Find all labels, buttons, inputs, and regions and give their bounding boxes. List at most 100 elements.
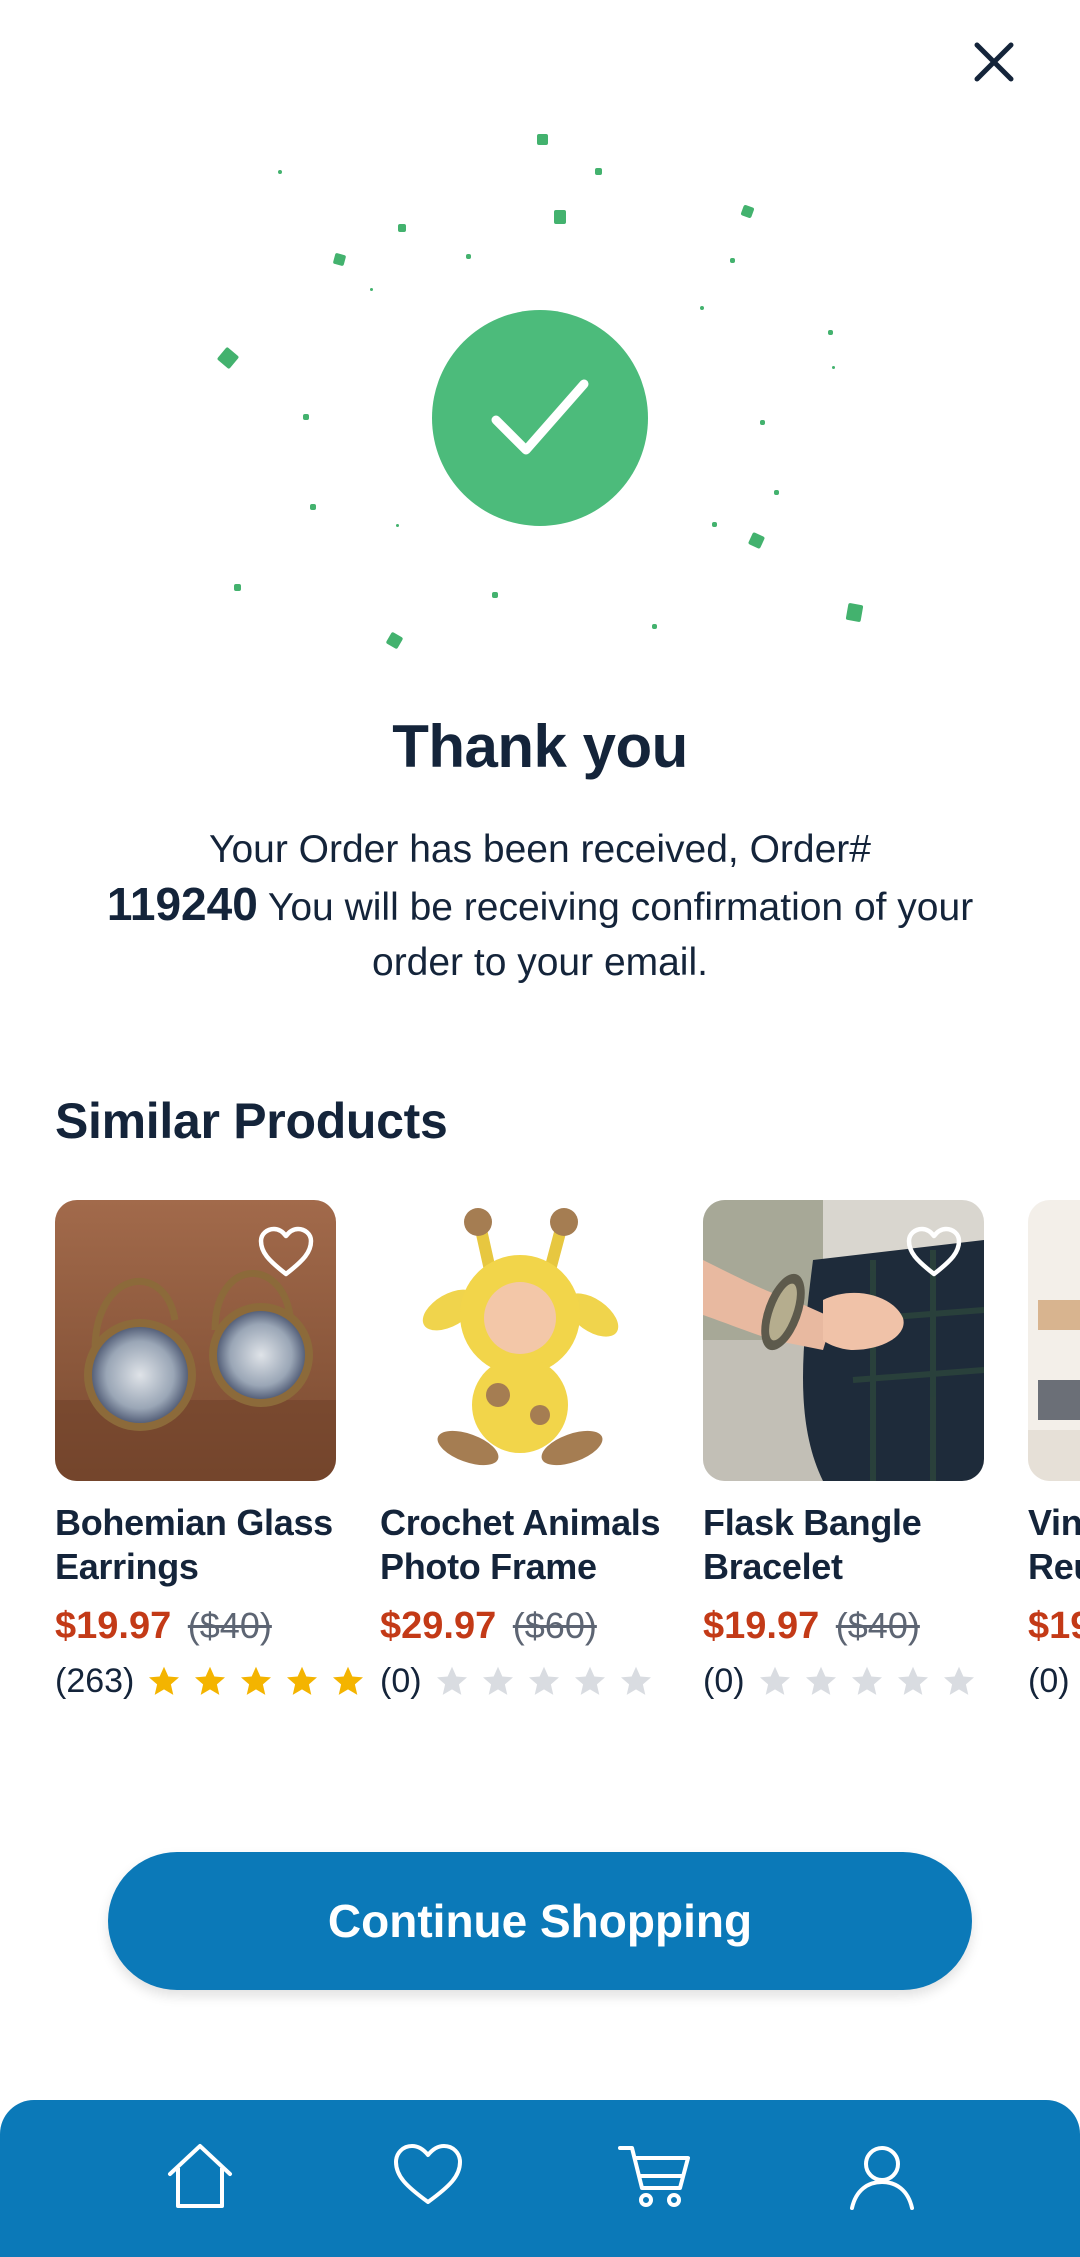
- close-icon: [974, 42, 1014, 82]
- thank-you-title: Thank you: [392, 713, 688, 780]
- confetti-piece: [385, 631, 404, 650]
- product-name[interactable]: Crochet Animals Photo Frame: [380, 1501, 661, 1589]
- check-circle-icon: [432, 310, 648, 526]
- product-name-line: Earrings: [55, 1546, 199, 1587]
- confetti-piece: [537, 134, 548, 145]
- continue-shopping-button[interactable]: Continue Shopping: [108, 1852, 972, 1990]
- product-card[interactable]: Vin Reu $19 (0): [1028, 1200, 1080, 1701]
- product-rating: (0): [703, 1662, 984, 1701]
- nav-home[interactable]: [160, 2136, 240, 2216]
- product-name[interactable]: Flask Bangle Bracelet: [703, 1501, 984, 1589]
- review-count: (263): [55, 1662, 135, 1700]
- heart-icon: [258, 1226, 314, 1277]
- bottom-navigation: [0, 2100, 1080, 2257]
- confetti-piece: [828, 330, 833, 335]
- confetti-piece: [370, 288, 373, 291]
- product-rating: (0): [380, 1662, 661, 1701]
- star-icon: [943, 1666, 974, 1695]
- product-image-crochet-giraffe[interactable]: [380, 1200, 661, 1481]
- product-rating: (263): [55, 1662, 364, 1701]
- star-icon: [805, 1666, 836, 1695]
- confetti-piece: [730, 258, 735, 263]
- product-price: $29.97: [380, 1605, 497, 1647]
- product-name-line: Photo Frame: [380, 1546, 597, 1587]
- product-prices: $19.97 ($40): [703, 1605, 984, 1648]
- product-prices: $29.97 ($60): [380, 1605, 661, 1648]
- product-old-price: ($60): [512, 1605, 597, 1646]
- confetti-piece: [747, 531, 766, 550]
- user-icon: [850, 2146, 914, 2210]
- confetti-piece: [234, 584, 241, 591]
- review-count: (0): [703, 1662, 745, 1700]
- product-price: $19.97: [703, 1605, 820, 1647]
- order-confirmation-message: Your Order has been received, Order# 119…: [100, 822, 980, 990]
- confetti-piece: [396, 524, 399, 527]
- favorite-button[interactable]: [258, 1226, 314, 1278]
- star-icon: [759, 1666, 790, 1695]
- product-rating: (0): [1028, 1662, 1080, 1701]
- favorite-button[interactable]: [906, 1226, 962, 1278]
- product-name[interactable]: Vin Reu: [1028, 1501, 1080, 1589]
- product-name-line: Vin: [1028, 1502, 1080, 1543]
- similar-products-title: Similar Products: [55, 1093, 448, 1149]
- confetti-piece: [712, 522, 717, 527]
- order-message-before: Your Order has been received, Order#: [209, 828, 871, 871]
- product-name-line: Crochet Animals: [380, 1502, 661, 1543]
- heart-icon: [394, 2144, 462, 2204]
- similar-products-carousel[interactable]: Bohemian Glass Earrings $19.97 ($40) (26…: [55, 1200, 1080, 1720]
- confetti-piece: [760, 420, 765, 425]
- product-name-line: Bracelet: [703, 1546, 843, 1587]
- nav-favorites[interactable]: [388, 2136, 468, 2216]
- review-count: (0): [380, 1662, 422, 1700]
- product-name-line: Bohemian Glass: [55, 1502, 333, 1543]
- star-icon: [851, 1666, 882, 1695]
- star-icon: [333, 1666, 364, 1695]
- success-illustration: [0, 110, 1080, 670]
- home-icon: [168, 2144, 232, 2208]
- confetti-piece: [398, 224, 406, 232]
- review-count: (0): [1028, 1662, 1070, 1700]
- confetti-piece: [774, 490, 779, 495]
- star-icon: [897, 1666, 928, 1695]
- product-image-partial[interactable]: [1028, 1200, 1080, 1481]
- nav-cart[interactable]: [614, 2136, 694, 2216]
- confetti-piece: [278, 170, 282, 174]
- star-icon: [528, 1666, 559, 1695]
- product-prices: $19: [1028, 1605, 1080, 1648]
- confetti-piece: [700, 306, 704, 310]
- cart-icon: [618, 2146, 690, 2207]
- product-card[interactable]: Crochet Animals Photo Frame $29.97 ($60)…: [380, 1200, 661, 1701]
- product-price: $19.97: [55, 1605, 172, 1647]
- star-icon: [436, 1666, 467, 1695]
- product-price: $19: [1028, 1605, 1080, 1647]
- nav-account[interactable]: [842, 2136, 922, 2216]
- confetti-piece: [216, 346, 240, 370]
- product-card[interactable]: Flask Bangle Bracelet $19.97 ($40) (0): [703, 1200, 984, 1701]
- heart-icon: [906, 1226, 962, 1277]
- product-name-line: Reu: [1028, 1546, 1080, 1587]
- product-old-price: ($40): [187, 1605, 272, 1646]
- confetti-piece: [303, 414, 309, 420]
- confetti-piece: [466, 254, 471, 259]
- confetti-piece: [492, 592, 498, 598]
- product-card[interactable]: Bohemian Glass Earrings $19.97 ($40) (26…: [55, 1200, 364, 1701]
- product-image-earrings[interactable]: [55, 1200, 336, 1481]
- order-message-after: You will be receiving confirmation of yo…: [267, 886, 974, 984]
- star-icon: [241, 1666, 272, 1695]
- confetti-piece: [332, 252, 347, 267]
- confetti-piece: [845, 602, 864, 623]
- star-icon: [574, 1666, 605, 1695]
- confetti-piece: [652, 624, 657, 629]
- product-image-bangle[interactable]: [703, 1200, 984, 1481]
- star-icon: [620, 1666, 651, 1695]
- close-button[interactable]: [968, 36, 1020, 88]
- product-name-line: Flask Bangle: [703, 1502, 922, 1543]
- confetti-piece: [310, 504, 316, 510]
- product-name[interactable]: Bohemian Glass Earrings: [55, 1501, 336, 1589]
- star-icon: [195, 1666, 226, 1695]
- product-prices: $19.97 ($40): [55, 1605, 336, 1648]
- confetti-piece: [740, 204, 755, 219]
- star-icon: [287, 1666, 318, 1695]
- product-old-price: ($40): [835, 1605, 920, 1646]
- star-icon: [482, 1666, 513, 1695]
